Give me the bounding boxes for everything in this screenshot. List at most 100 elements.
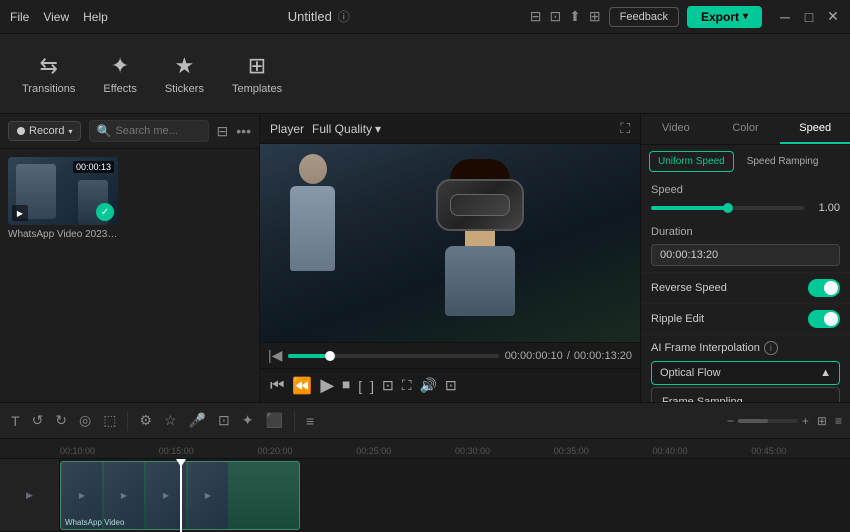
square-icon[interactable]: ⬛ bbox=[263, 409, 286, 432]
toolbar-item-stickers[interactable]: ★ Stickers bbox=[153, 45, 216, 103]
record-label: Record bbox=[29, 125, 64, 137]
dropdown-item-frame-sampling[interactable]: Frame Sampling Default bbox=[652, 388, 839, 402]
menu-help[interactable]: Help bbox=[83, 10, 108, 24]
playhead-triangle bbox=[176, 459, 186, 467]
grid-view-icon[interactable]: ⊞ bbox=[817, 414, 827, 428]
text-tool-icon[interactable]: T bbox=[8, 410, 23, 432]
track-body[interactable]: ▶ ▶ ▶ ▶ WhatsApp Video bbox=[60, 459, 850, 532]
playhead[interactable] bbox=[180, 459, 182, 532]
zoom-slider[interactable] bbox=[738, 419, 798, 423]
duration-section: Duration 00:00:13:20 bbox=[641, 220, 850, 272]
media-thumbnail: 00:00:13 ▶ ✓ bbox=[8, 157, 118, 225]
toolbar-item-templates[interactable]: ⊞ Templates bbox=[220, 45, 294, 103]
player-progress-bar[interactable] bbox=[288, 354, 498, 358]
speed-slider[interactable] bbox=[651, 206, 804, 210]
time-display: 00:00:00:10 / 00:00:13:20 bbox=[505, 350, 632, 362]
fullscreen-icon[interactable]: ⛶ bbox=[402, 377, 412, 394]
more-playback-icon[interactable]: ⊡ bbox=[445, 377, 457, 394]
split-icon[interactable]: ≡ bbox=[303, 410, 317, 432]
player-scrubber: |◀ 00:00:00:10 / 00:00:13:20 bbox=[260, 342, 640, 368]
selected-option-label: Optical Flow bbox=[660, 367, 721, 379]
titlebar-title-area: Untitled ⓘ bbox=[288, 8, 350, 25]
timeline-toolbar: T ↺ ↻ ◎ ⬚ ⚙ ☆ 🎤 ⊡ ✦ ⬛ ≡ − + ⊞ ≡ bbox=[0, 403, 850, 439]
minimize-button[interactable]: ─ bbox=[778, 10, 792, 24]
progress-handle[interactable] bbox=[325, 351, 335, 361]
crop-icon[interactable]: ⊡ bbox=[382, 377, 394, 394]
frame-sampling-title: Frame Sampling bbox=[662, 396, 829, 402]
mark-out-icon[interactable]: ] bbox=[370, 378, 374, 394]
search-input[interactable] bbox=[115, 125, 201, 137]
titlebar-left: File View Help bbox=[10, 10, 108, 24]
settings-icon[interactable]: ⚙ bbox=[136, 409, 155, 432]
speed-slider-row: 1.00 bbox=[651, 202, 840, 214]
player-controls: ⏮ ⏪ ▶ ⏹ [ ] ⊡ ⛶ 🔊 ⊡ bbox=[260, 368, 640, 402]
overflow-icon[interactable]: ≡ bbox=[835, 414, 842, 428]
ruler-mark-3: 00:25:00 bbox=[356, 446, 455, 456]
player-expand-icon[interactable]: ⛶ bbox=[620, 120, 630, 137]
icon-grid[interactable]: ⊞ bbox=[589, 8, 601, 25]
reverse-speed-toggle[interactable] bbox=[808, 279, 840, 297]
quality-select[interactable]: Full Quality ▾ bbox=[312, 122, 381, 136]
sub-tab-ramping[interactable]: Speed Ramping bbox=[738, 151, 828, 172]
mark-in-icon[interactable]: [ bbox=[358, 378, 362, 394]
titlebar-right: ⊟ ⊡ ⬆ ⊞ Feedback Export ▾ ─ □ ✕ bbox=[530, 6, 840, 28]
close-button[interactable]: ✕ bbox=[826, 10, 840, 24]
reverse-speed-row: Reverse Speed bbox=[641, 272, 850, 303]
zoom-out-icon[interactable]: − bbox=[727, 414, 734, 428]
layout-icon[interactable]: ⬚ bbox=[100, 409, 119, 432]
timeline-ruler: 00:10:00 00:15:00 00:20:00 00:25:00 00:3… bbox=[0, 439, 850, 459]
dropdown-select[interactable]: Optical Flow ▲ bbox=[651, 361, 840, 385]
undo-icon[interactable]: ↺ bbox=[29, 409, 47, 432]
ai-info-icon[interactable]: i bbox=[764, 341, 778, 355]
media-check-icon: ✓ bbox=[96, 203, 114, 221]
feedback-button[interactable]: Feedback bbox=[609, 7, 679, 27]
prev-icon[interactable]: ⏪ bbox=[292, 376, 312, 396]
tab-video[interactable]: Video bbox=[641, 114, 711, 144]
filter-icon[interactable]: ⊟ bbox=[217, 123, 229, 140]
record-button[interactable]: Record ▾ bbox=[8, 121, 81, 141]
prev-frame-icon[interactable]: ⏮ bbox=[270, 377, 284, 395]
redo-icon[interactable]: ↻ bbox=[52, 409, 70, 432]
search-icon: 🔍 bbox=[96, 124, 111, 138]
sub-tab-uniform[interactable]: Uniform Speed bbox=[649, 151, 734, 172]
play-icon[interactable]: ▶ bbox=[320, 375, 334, 396]
toolbar-item-effects[interactable]: ✦ Effects bbox=[91, 45, 148, 103]
title-info-icon[interactable]: ⓘ bbox=[338, 8, 350, 25]
menu-view[interactable]: View bbox=[43, 10, 69, 24]
icon-something[interactable]: ⊡ bbox=[549, 8, 561, 25]
stop-icon[interactable]: ⏹ bbox=[342, 377, 350, 395]
export-button[interactable]: Export ▾ bbox=[687, 6, 762, 28]
tab-speed[interactable]: Speed bbox=[780, 114, 850, 144]
ruler-marks: 00:10:00 00:15:00 00:20:00 00:25:00 00:3… bbox=[60, 446, 850, 456]
icon-minimize-screen[interactable]: ⊟ bbox=[530, 8, 542, 25]
more-options-icon[interactable]: ••• bbox=[236, 123, 251, 139]
toolbar-item-transitions[interactable]: ⇆ Transitions bbox=[10, 45, 87, 103]
media-item[interactable]: 00:00:13 ▶ ✓ WhatsApp Video 2023-10-05..… bbox=[8, 157, 118, 240]
duration-value[interactable]: 00:00:13:20 bbox=[651, 244, 840, 266]
maximize-button[interactable]: □ bbox=[802, 10, 816, 24]
templates-label: Templates bbox=[232, 83, 282, 95]
badge-icon[interactable]: ☆ bbox=[161, 409, 180, 432]
zoom-in-icon[interactable]: + bbox=[802, 414, 809, 428]
transitions-label: Transitions bbox=[22, 83, 75, 95]
time-back-icon[interactable]: |◀ bbox=[268, 347, 282, 364]
timeline-content: 00:10:00 00:15:00 00:20:00 00:25:00 00:3… bbox=[0, 439, 850, 532]
vr-helmet bbox=[436, 179, 524, 231]
toolbar: ⇆ Transitions ✦ Effects ★ Stickers ⊞ Tem… bbox=[0, 34, 850, 114]
menu-file[interactable]: File bbox=[10, 10, 29, 24]
media-icon[interactable]: ◎ bbox=[76, 409, 94, 432]
sparkle-icon[interactable]: ✦ bbox=[239, 409, 257, 432]
ripple-edit-toggle[interactable] bbox=[808, 310, 840, 328]
dropdown-container: Optical Flow ▲ Frame Sampling Default Fr… bbox=[651, 361, 840, 385]
icon-upload[interactable]: ⬆ bbox=[569, 8, 581, 25]
reverse-speed-label: Reverse Speed bbox=[651, 282, 727, 294]
search-box[interactable]: 🔍 bbox=[89, 120, 208, 142]
player-header-left: Player Full Quality ▾ bbox=[270, 122, 381, 136]
transitions-icon: ⇆ bbox=[39, 53, 57, 79]
mic-icon[interactable]: 🎤 bbox=[186, 409, 209, 432]
clip-icon[interactable]: ⊡ bbox=[215, 409, 233, 432]
tab-color[interactable]: Color bbox=[711, 114, 781, 144]
speed-handle[interactable] bbox=[723, 203, 733, 213]
speaker-icon[interactable]: 🔊 bbox=[420, 377, 437, 394]
progress-fill bbox=[288, 354, 330, 358]
